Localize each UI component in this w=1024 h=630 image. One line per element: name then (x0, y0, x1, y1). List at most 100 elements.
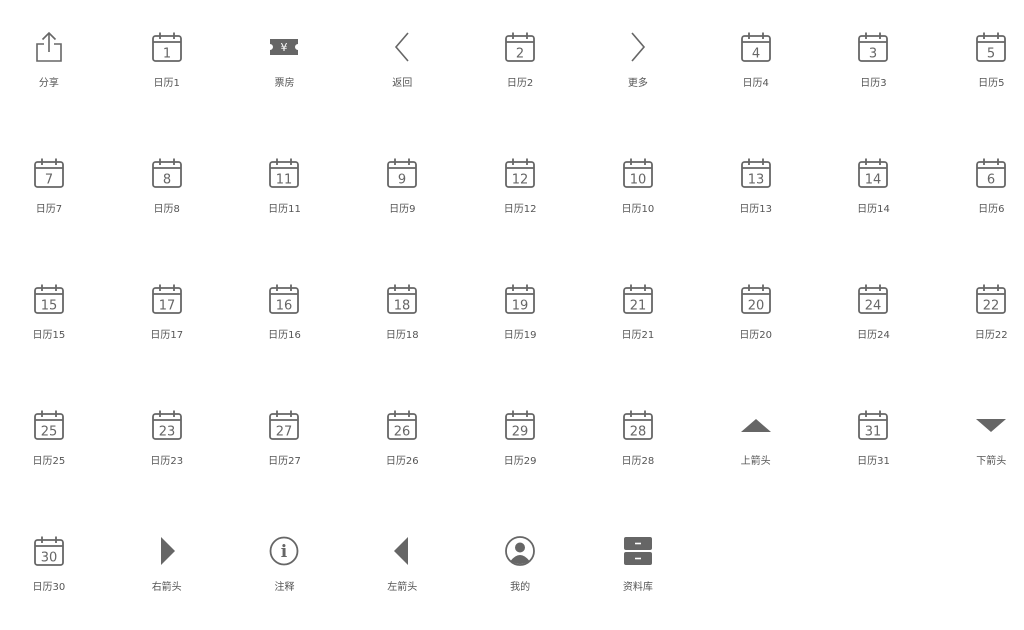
svg-text:23: 23 (158, 425, 175, 440)
svg-text:13: 13 (747, 173, 764, 188)
icon-label: 日历7 (35, 204, 63, 215)
icon-tile[interactable]: 10 日历10 (579, 126, 697, 252)
icon-tile[interactable]: 20 日历20 (697, 252, 815, 378)
calendar-icon: 16 (267, 282, 301, 316)
calendar-icon: 4 (739, 30, 773, 64)
svg-text:24: 24 (865, 299, 882, 314)
svg-text:8: 8 (163, 173, 171, 188)
icon-label: 资料库 (622, 582, 653, 593)
svg-text:7: 7 (45, 173, 53, 188)
icon-tile[interactable]: 更多 (579, 0, 697, 126)
icon-tile[interactable]: 7 日历7 (0, 126, 108, 252)
calendar-icon: 19 (503, 282, 537, 316)
svg-text:15: 15 (41, 299, 58, 314)
arrow-right-icon (150, 534, 184, 568)
icon-label: 日历19 (503, 330, 537, 341)
calendar-icon: 10 (621, 156, 655, 190)
icon-tile[interactable]: 3 日历3 (815, 0, 933, 126)
icon-label: 日历25 (32, 456, 66, 467)
icon-label: 日历3 (860, 78, 887, 89)
icon-tile[interactable]: 9 日历9 (343, 126, 461, 252)
icon-label: 日历26 (385, 456, 419, 467)
icon-label: 日历27 (268, 456, 301, 467)
arrow-left-icon (385, 534, 419, 568)
icon-tile[interactable]: 1 日历1 (108, 0, 226, 126)
svg-text:21: 21 (630, 299, 647, 314)
svg-text:6: 6 (987, 173, 995, 188)
icon-label: 日历10 (621, 204, 655, 215)
icon-tile[interactable]: 5 日历5 (932, 0, 1024, 126)
icon-tile[interactable]: 19 日历19 (461, 252, 579, 378)
calendar-icon: 14 (856, 156, 890, 190)
calendar-icon: 1 (150, 30, 184, 64)
svg-text:22: 22 (983, 299, 1000, 314)
icon-tile[interactable]: 返回 (343, 0, 461, 126)
icon-tile[interactable]: 上箭头 (697, 378, 815, 504)
icon-label: 日历22 (974, 330, 1008, 341)
svg-text:16: 16 (276, 299, 293, 314)
svg-text:12: 12 (512, 173, 529, 188)
icon-tile[interactable]: 资料库 (579, 504, 697, 630)
icon-tile[interactable]: 6 日历6 (932, 126, 1024, 252)
icon-tile[interactable]: 22 日历22 (932, 252, 1024, 378)
icon-tile[interactable]: ¥ 票房 (226, 0, 344, 126)
icon-tile[interactable]: 23 日历23 (108, 378, 226, 504)
icon-tile[interactable]: 下箭头 (932, 378, 1024, 504)
icon-tile[interactable]: 27 日历27 (226, 378, 344, 504)
icon-tile[interactable]: 24 日历24 (815, 252, 933, 378)
calendar-icon: 6 (974, 156, 1008, 190)
icon-label: 上箭头 (740, 456, 771, 467)
icon-tile[interactable]: 左箭头 (343, 504, 461, 630)
icon-tile[interactable]: 右箭头 (108, 504, 226, 630)
svg-text:19: 19 (512, 299, 529, 314)
icon-tile[interactable]: 11 日历11 (226, 126, 344, 252)
icon-tile[interactable]: 31 日历31 (815, 378, 933, 504)
icon-tile[interactable]: 21 日历21 (579, 252, 697, 378)
icon-tile[interactable]: 25 日历25 (0, 378, 108, 504)
icon-tile[interactable]: 分享 (0, 0, 108, 126)
calendar-icon: 2 (503, 30, 537, 64)
icon-tile[interactable]: 16 日历16 (226, 252, 344, 378)
chevron-right-icon (621, 30, 655, 64)
calendar-icon: 9 (385, 156, 419, 190)
icon-label: 日历24 (857, 330, 890, 341)
icon-label: 日历6 (978, 204, 1005, 215)
icon-label: 日历11 (268, 204, 301, 215)
icon-tile[interactable]: 15 日历15 (0, 252, 108, 378)
icon-label: 日历18 (385, 330, 419, 341)
icon-tile[interactable]: 28 日历28 (579, 378, 697, 504)
svg-text:26: 26 (394, 425, 411, 440)
calendar-icon: 15 (32, 282, 66, 316)
icon-label: 日历1 (153, 78, 180, 89)
svg-text:4: 4 (752, 47, 760, 62)
icon-label: 日历30 (32, 582, 66, 593)
icon-tile[interactable]: 17 日历17 (108, 252, 226, 378)
icon-label: 我的 (510, 582, 531, 593)
calendar-icon: 17 (150, 282, 184, 316)
icon-tile[interactable]: 4 日历4 (697, 0, 815, 126)
ticket-icon: ¥ (267, 30, 301, 64)
icon-tile[interactable]: 30 日历30 (0, 504, 108, 630)
icon-tile[interactable]: 29 日历29 (461, 378, 579, 504)
icon-tile[interactable]: 12 日历12 (461, 126, 579, 252)
icon-label: 日历8 (153, 204, 180, 215)
icon-tile[interactable]: 26 日历26 (343, 378, 461, 504)
icon-label: 日历21 (621, 330, 655, 341)
svg-text:18: 18 (394, 299, 411, 314)
icon-label: 分享 (38, 78, 59, 89)
calendar-icon: 18 (385, 282, 419, 316)
svg-text:2: 2 (516, 47, 524, 62)
icon-tile[interactable]: 14 日历14 (815, 126, 933, 252)
icon-tile[interactable]: 13 日历13 (697, 126, 815, 252)
icon-label: 更多 (627, 78, 648, 89)
icon-tile[interactable]: 8 日历8 (108, 126, 226, 252)
icon-tile[interactable]: 18 日历18 (343, 252, 461, 378)
icon-tile[interactable]: 我的 (461, 504, 579, 630)
svg-text:¥: ¥ (281, 41, 288, 54)
icon-tile[interactable]: i 注释 (226, 504, 344, 630)
svg-text:9: 9 (398, 173, 406, 188)
icon-label: 日历4 (742, 78, 769, 89)
calendar-icon: 27 (267, 408, 301, 442)
svg-text:3: 3 (869, 47, 877, 62)
icon-tile[interactable]: 2 日历2 (461, 0, 579, 126)
